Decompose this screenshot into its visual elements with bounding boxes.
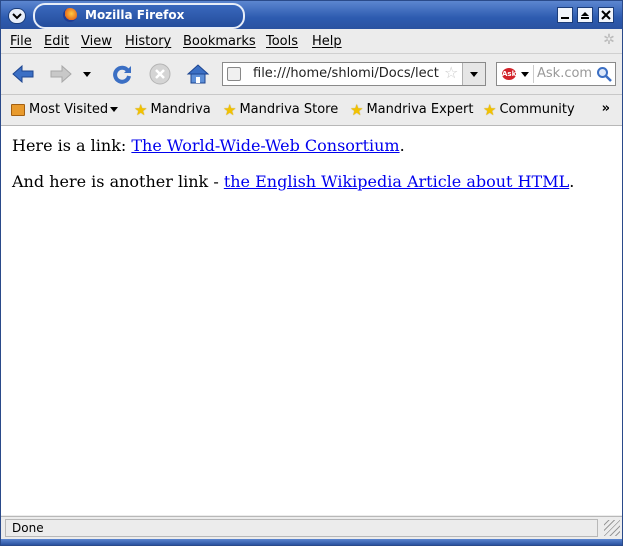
dropdown-arrow-icon <box>110 107 119 112</box>
throbber-icon: ✲ <box>603 32 615 48</box>
stop-button[interactable] <box>147 61 173 87</box>
firefox-logo-icon <box>63 8 77 22</box>
bookmark-label: Community <box>499 102 575 117</box>
menu-edit[interactable]: Edit <box>44 34 69 49</box>
home-icon <box>186 64 210 84</box>
text: Here is a link: <box>12 136 132 155</box>
bookmark-star-icon[interactable]: ☆ <box>444 65 460 81</box>
window-bottom-border[interactable] <box>1 539 622 545</box>
bookmark-star-icon: ★ <box>350 100 364 119</box>
page-icon <box>227 67 241 81</box>
dropdown-arrow-icon <box>470 72 478 77</box>
menu-history[interactable]: History <box>125 34 171 49</box>
page-content: Here is a link: The World-Wide-Web Conso… <box>1 126 622 515</box>
home-button[interactable] <box>185 61 211 87</box>
menu-bar: File Edit View History Bookmarks Tools H… <box>1 29 622 54</box>
menu-tools[interactable]: Tools <box>266 34 298 49</box>
reload-icon <box>113 65 131 84</box>
status-text: Done <box>12 521 44 535</box>
bookmark-community[interactable]: ★ Community <box>483 102 575 117</box>
resize-grip[interactable] <box>604 520 620 536</box>
menu-view[interactable]: View <box>81 34 112 49</box>
url-input[interactable]: file:///home/shlomi/Docs/lecture <box>253 66 439 81</box>
close-button[interactable] <box>598 7 614 23</box>
title-bar[interactable]: Mozilla Firefox <box>1 1 622 29</box>
bookmark-star-icon: ★ <box>223 100 237 119</box>
window-title: Mozilla Firefox <box>85 8 185 22</box>
most-visited-menu[interactable]: Most Visited <box>11 102 119 117</box>
paragraph-1: Here is a link: The World-Wide-Web Conso… <box>12 136 405 155</box>
back-button[interactable] <box>10 61 36 87</box>
url-dropdown-button[interactable] <box>462 63 485 85</box>
text: . <box>569 172 575 191</box>
navigation-toolbar: file:///home/shlomi/Docs/lecture ☆ Ask A… <box>1 54 622 95</box>
stop-icon <box>149 63 171 85</box>
search-bar[interactable]: Ask Ask.com <box>496 62 616 86</box>
bookmark-star-icon: ★ <box>483 100 497 119</box>
minimize-icon <box>561 17 569 19</box>
status-bar: Done <box>1 516 622 540</box>
search-engine-selector[interactable]: Ask <box>499 65 534 83</box>
status-panel: Done <box>5 519 598 537</box>
history-dropdown-button[interactable] <box>78 61 96 87</box>
bookmarks-overflow-button[interactable]: » <box>602 101 610 116</box>
w3c-link[interactable]: The World-Wide-Web Consortium <box>131 136 399 155</box>
menu-help[interactable]: Help <box>312 34 342 49</box>
bookmarks-toolbar: Most Visited ★ Mandriva ★ Mandriva Store… <box>1 95 622 126</box>
wikipedia-html-link[interactable]: the English Wikipedia Article about HTML <box>224 172 569 191</box>
most-visited-label: Most Visited <box>29 102 109 117</box>
ask-logo-icon: Ask <box>502 68 517 80</box>
search-icon[interactable] <box>596 66 612 82</box>
menu-bookmarks[interactable]: Bookmarks <box>183 34 256 49</box>
paragraph-2: And here is another link - the English W… <box>12 172 574 191</box>
bookmark-mandriva[interactable]: ★ Mandriva <box>134 102 211 117</box>
maximize-button[interactable] <box>577 7 593 23</box>
bookmark-label: Mandriva Expert <box>366 102 474 117</box>
window-menu-button[interactable] <box>8 8 26 24</box>
bookmark-label: Mandriva Store <box>239 102 339 117</box>
dropdown-arrow-icon <box>521 72 529 77</box>
url-bar[interactable]: file:///home/shlomi/Docs/lecture ☆ <box>222 62 486 86</box>
bookmark-mandriva-store[interactable]: ★ Mandriva Store <box>223 102 338 117</box>
chevron-down-icon <box>12 13 22 20</box>
folder-icon <box>11 103 25 116</box>
reload-button[interactable] <box>109 61 135 87</box>
bookmark-mandriva-expert[interactable]: ★ Mandriva Expert <box>350 102 473 117</box>
bookmark-star-icon: ★ <box>134 100 148 119</box>
maximize-icon <box>581 12 589 19</box>
title-pill: Mozilla Firefox <box>33 3 245 29</box>
text: And here is another link - <box>12 172 224 191</box>
text: . <box>399 136 405 155</box>
bookmark-label: Mandriva <box>150 102 211 117</box>
forward-arrow-icon <box>50 64 72 84</box>
search-input[interactable]: Ask.com <box>537 66 592 81</box>
forward-button[interactable] <box>48 61 74 87</box>
minimize-button[interactable] <box>557 7 573 23</box>
close-icon <box>601 10 611 20</box>
menu-file[interactable]: File <box>10 34 32 49</box>
back-arrow-icon <box>12 64 34 84</box>
browser-window: Mozilla Firefox File Edit View History B… <box>0 0 623 546</box>
dropdown-arrow-icon <box>83 72 91 77</box>
